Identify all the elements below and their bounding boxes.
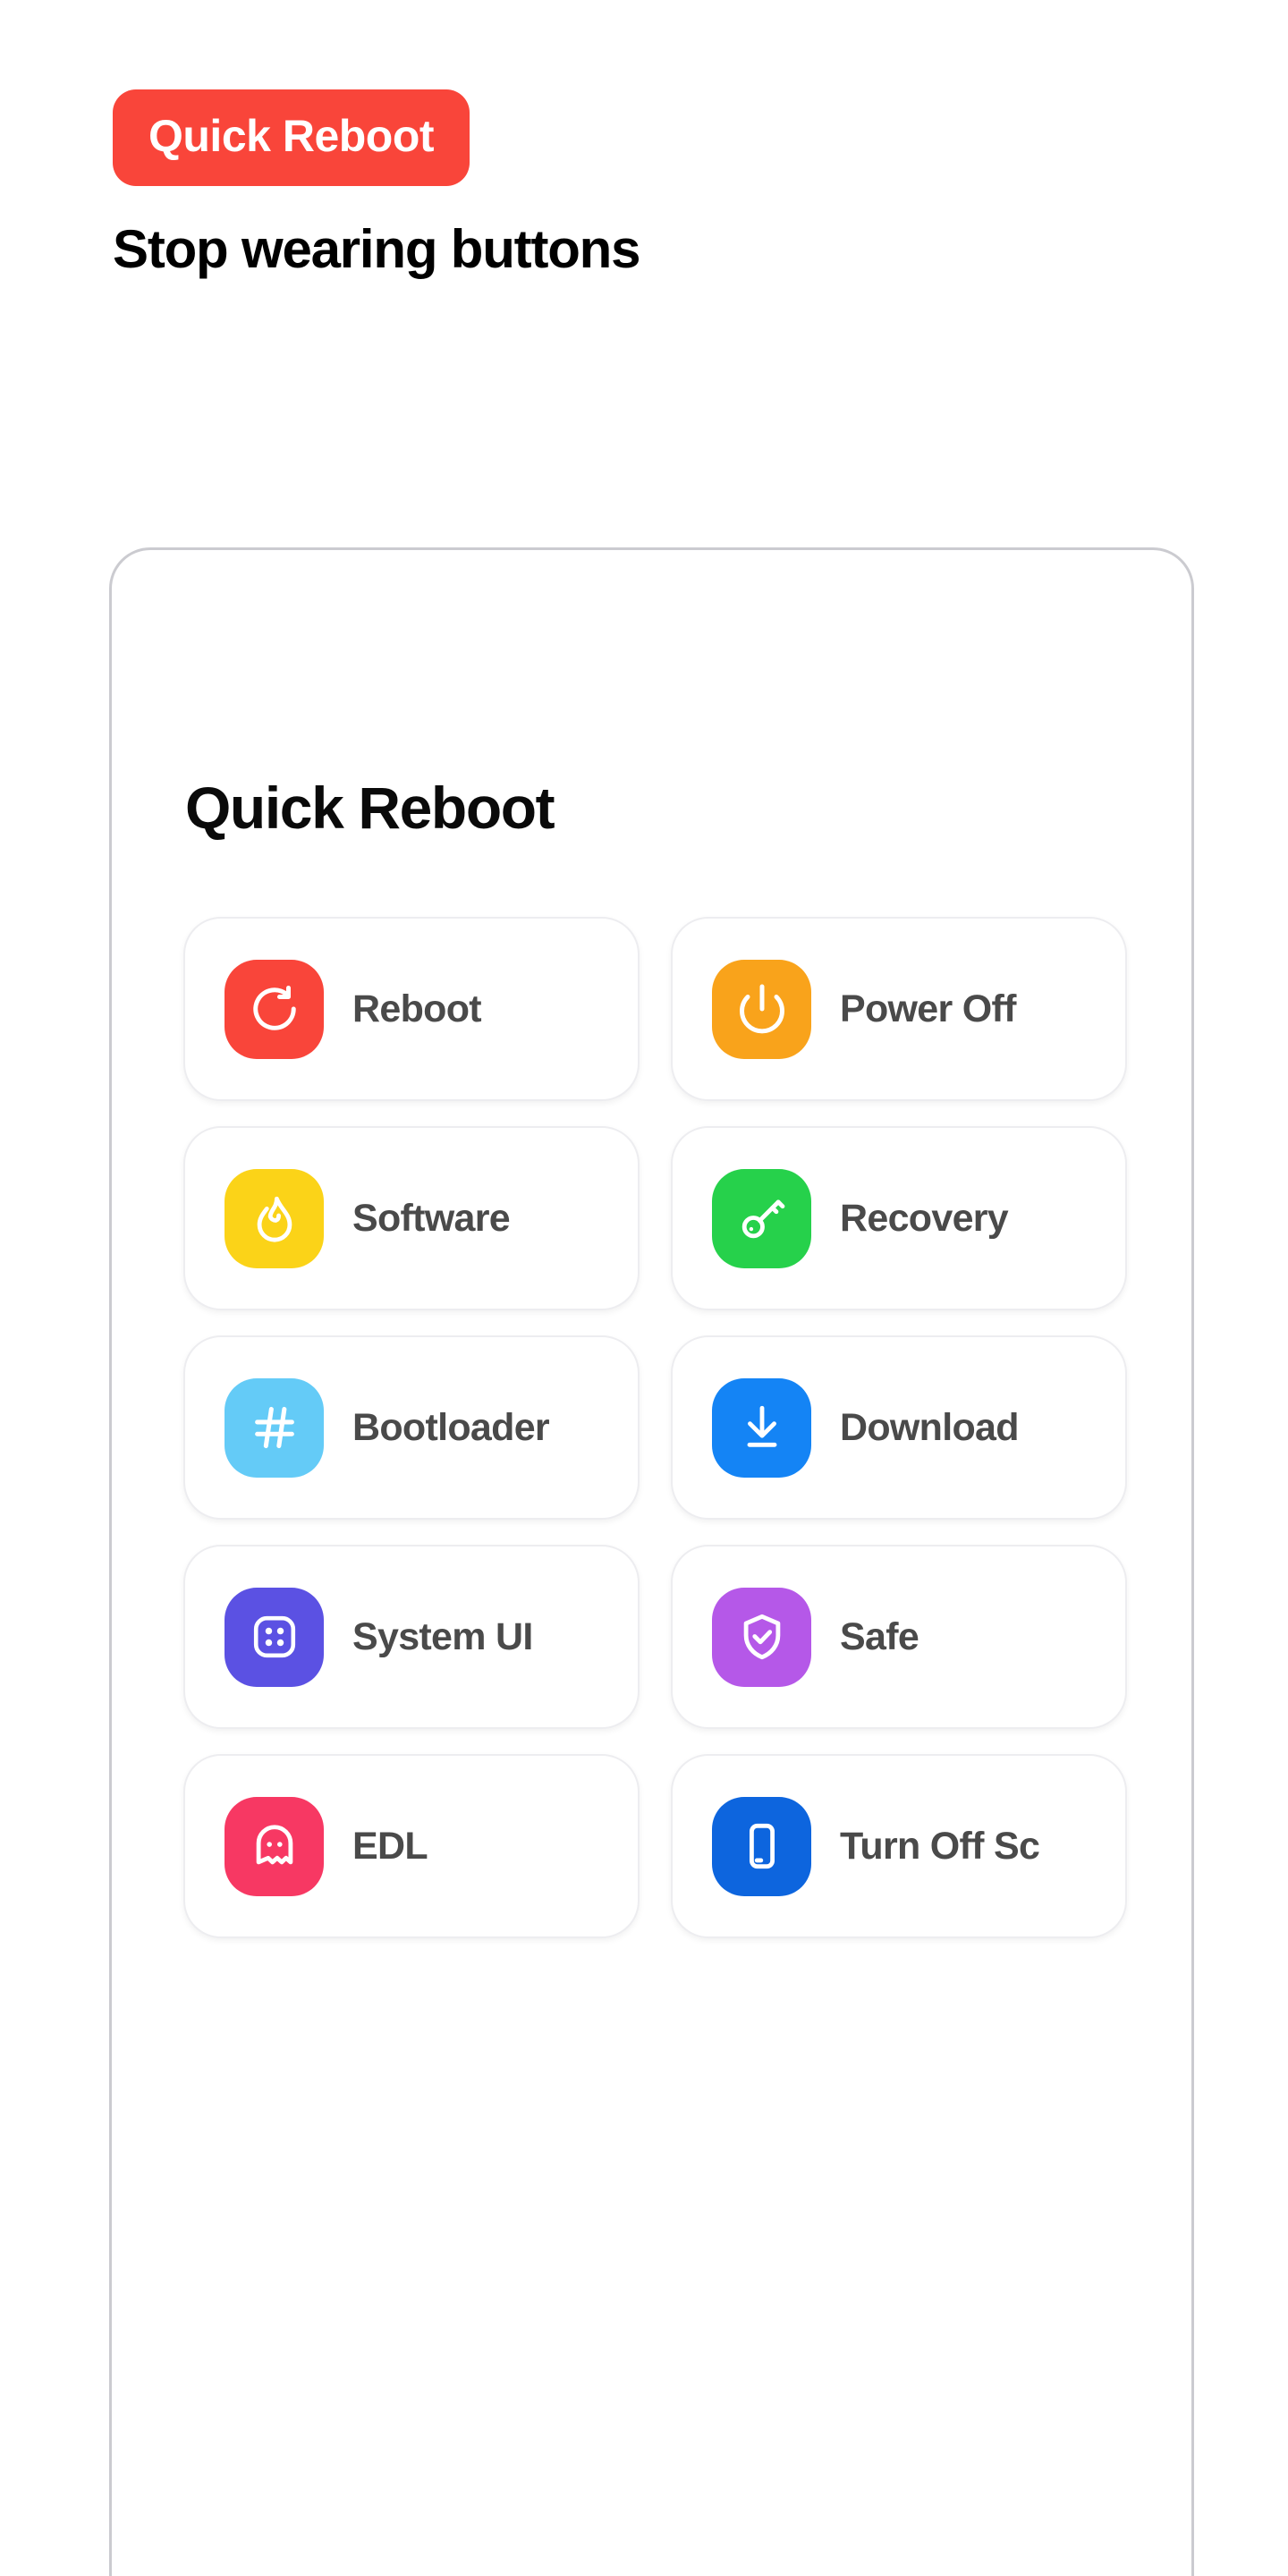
action-button-reboot[interactable]: Reboot: [183, 917, 640, 1101]
action-label: EDL: [352, 1824, 428, 1868]
action-label: Bootloader: [352, 1405, 550, 1449]
key-icon-tile: [712, 1168, 811, 1268]
action-button-bootloader[interactable]: Bootloader: [183, 1335, 640, 1520]
action-label: Reboot: [352, 987, 482, 1030]
action-label: Safe: [840, 1614, 919, 1658]
action-label: Software: [352, 1196, 511, 1240]
page-title: Stop wearing buttons: [113, 219, 641, 279]
action-button-power-off[interactable]: Power Off: [671, 917, 1127, 1101]
action-label: Download: [840, 1405, 1020, 1449]
flame-icon: [257, 1196, 292, 1242]
hash-icon: [254, 1406, 294, 1449]
shield-check-icon-tile: [712, 1587, 811, 1687]
action-button-safe[interactable]: Safe: [671, 1545, 1127, 1729]
action-label: Power Off: [840, 987, 1016, 1030]
quick-reboot-badge: Quick Reboot: [113, 89, 470, 186]
page-root: Quick Reboot Stop wearing buttons Quick …: [0, 0, 1288, 2576]
download-icon-tile: [712, 1377, 811, 1478]
action-label: Recovery: [840, 1196, 1009, 1240]
download-icon: [747, 1405, 776, 1447]
reboot-icon: [252, 985, 296, 1030]
action-label: System UI: [352, 1614, 533, 1658]
key-icon: [741, 1199, 784, 1239]
page-header: Quick Reboot Stop wearing buttons: [113, 89, 1186, 279]
quick-reboot-card: Quick Reboot Reboot Power Off Software R…: [109, 547, 1194, 2576]
card-title: Quick Reboot: [185, 775, 555, 841]
action-grid: Reboot Power Off Software Recovery Bootl…: [183, 917, 1127, 1938]
grid-dots-icon-tile: [225, 1587, 324, 1687]
action-button-software[interactable]: Software: [183, 1126, 640, 1310]
phone-icon: [749, 1823, 775, 1869]
action-button-recovery[interactable]: Recovery: [671, 1126, 1127, 1310]
action-button-edl[interactable]: EDL: [183, 1754, 640, 1938]
action-button-download[interactable]: Download: [671, 1335, 1127, 1520]
power-icon: [739, 984, 784, 1034]
power-icon-tile: [712, 959, 811, 1059]
shield-check-icon: [743, 1614, 780, 1660]
reboot-icon-tile: [225, 959, 324, 1059]
ghost-icon-tile: [225, 1796, 324, 1896]
grid-dots-icon: [253, 1615, 295, 1658]
action-label: Turn Off Sc: [840, 1824, 1040, 1868]
phone-icon-tile: [712, 1796, 811, 1896]
action-button-system-ui[interactable]: System UI: [183, 1545, 640, 1729]
flame-icon-tile: [225, 1168, 324, 1268]
hash-icon-tile: [225, 1377, 324, 1478]
action-button-turn-off-screen[interactable]: Turn Off Sc: [671, 1754, 1127, 1938]
ghost-icon: [256, 1825, 292, 1865]
